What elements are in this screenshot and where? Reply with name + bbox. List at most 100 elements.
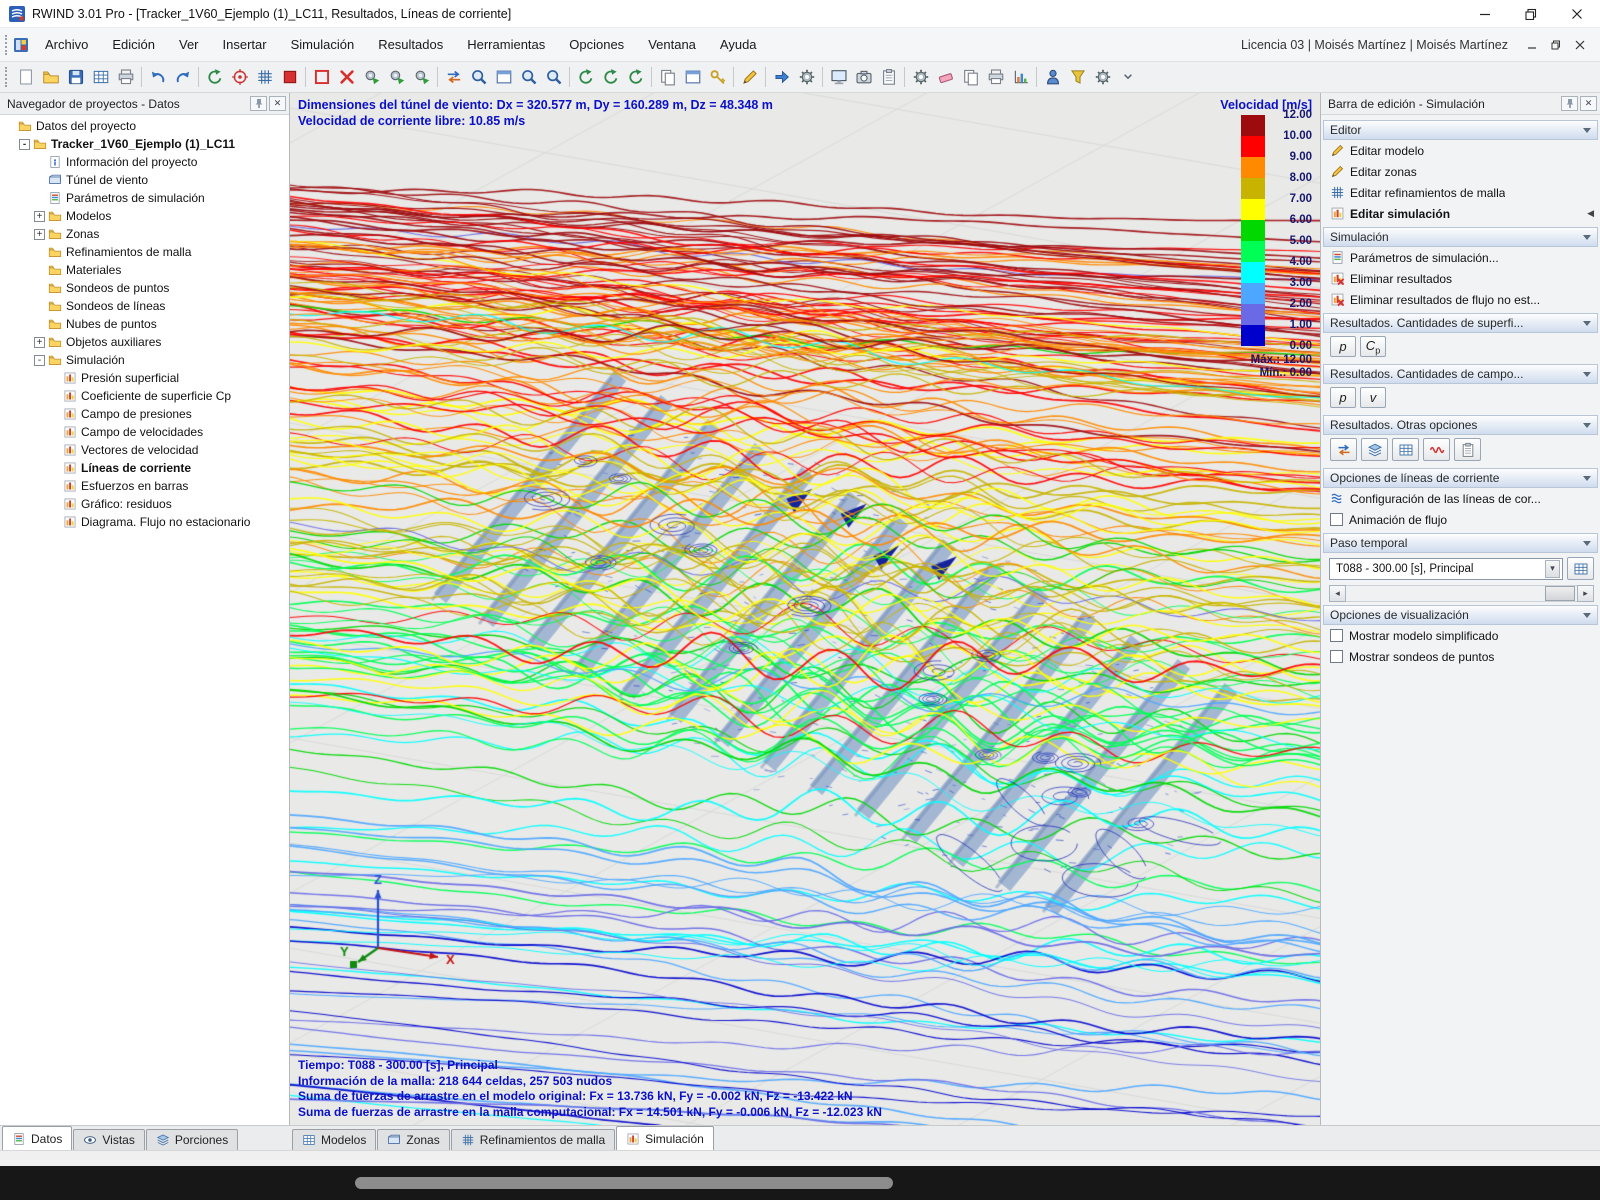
run-batch-button[interactable] bbox=[409, 65, 434, 90]
tree-item-grafico-residuos[interactable]: Gráfico: residuos bbox=[0, 495, 289, 513]
export-graphic-button[interactable] bbox=[876, 65, 901, 90]
surface-pressure-button[interactable]: p bbox=[1330, 336, 1356, 357]
copy-graphic-button[interactable] bbox=[655, 65, 680, 90]
restore-button[interactable] bbox=[1508, 0, 1554, 27]
redo-button[interactable] bbox=[170, 65, 195, 90]
tree-item-tracker-1v60-ejemplo-1-lc11[interactable]: - Tracker_1V60_Ejemplo (1)_LC11 bbox=[0, 135, 289, 153]
timestep-slider[interactable] bbox=[1346, 585, 1577, 602]
mdi-minimize-button[interactable] bbox=[1520, 35, 1544, 55]
copy-results-button[interactable] bbox=[1454, 438, 1481, 461]
tree-item-datos-del-proyecto[interactable]: Datos del proyecto bbox=[0, 117, 289, 135]
zoom-out-button[interactable] bbox=[541, 65, 566, 90]
panel-item-parametros-de-simulacion[interactable]: Parámetros de simulación... bbox=[1323, 247, 1598, 268]
zoom-in-button[interactable] bbox=[516, 65, 541, 90]
new-project-button[interactable] bbox=[13, 65, 38, 90]
section-header-simulacion[interactable]: Simulación bbox=[1323, 227, 1598, 247]
3d-scene-canvas[interactable] bbox=[290, 93, 1320, 1125]
open-project-button[interactable] bbox=[38, 65, 63, 90]
menu-resultados[interactable]: Resultados bbox=[366, 29, 455, 60]
center-model-button[interactable] bbox=[227, 65, 252, 90]
expand-icon[interactable]: + bbox=[34, 210, 45, 222]
expand-icon[interactable]: + bbox=[34, 336, 45, 348]
menu-ayuda[interactable]: Ayuda bbox=[708, 29, 769, 60]
field-velocity-button[interactable]: v bbox=[1360, 387, 1386, 408]
mdi-restore-button[interactable] bbox=[1544, 35, 1568, 55]
field-pressure-button[interactable]: p bbox=[1330, 387, 1356, 408]
timestep-select[interactable]: T088 - 300.00 [s], Principal ▾ bbox=[1329, 557, 1563, 580]
option-animacion-de-flujo[interactable]: Animación de flujo bbox=[1323, 509, 1598, 530]
collapse-icon[interactable]: - bbox=[19, 138, 30, 150]
timestep-next-button[interactable]: ▸ bbox=[1577, 585, 1594, 602]
section-header-opciones-de-lineas-de-corriente[interactable]: Opciones de líneas de corriente bbox=[1323, 468, 1598, 488]
section-header-resultados-cantidades-de-campo[interactable]: Resultados. Cantidades de campo... bbox=[1323, 364, 1598, 384]
project-tables-button[interactable] bbox=[88, 65, 113, 90]
undo-button[interactable] bbox=[145, 65, 170, 90]
zoom-window-button[interactable] bbox=[491, 65, 516, 90]
save-project-button[interactable] bbox=[63, 65, 88, 90]
result-diagrams-button[interactable] bbox=[1008, 65, 1033, 90]
tree-item-sondeos-de-lineas[interactable]: Sondeos de líneas bbox=[0, 297, 289, 315]
tree-item-sondeos-de-puntos[interactable]: Sondeos de puntos bbox=[0, 279, 289, 297]
surface-cp-button[interactable]: Cp bbox=[1360, 336, 1386, 357]
tree-item-coeficiente-de-superficie-cp[interactable]: Coeficiente de superficie Cp bbox=[0, 387, 289, 405]
license-settings-button[interactable] bbox=[705, 65, 730, 90]
checkbox-mostrar-modelo-simplificado[interactable] bbox=[1330, 629, 1343, 642]
tab-refinamientos-de-malla[interactable]: Refinamientos de malla bbox=[450, 1129, 616, 1150]
section-header-resultados-cantidades-de-superfi[interactable]: Resultados. Cantidades de superfi... bbox=[1323, 313, 1598, 333]
print-graphic-button[interactable] bbox=[983, 65, 1008, 90]
menu-edicion[interactable]: Edición bbox=[100, 29, 167, 60]
section-header-resultados-otras-opciones[interactable]: Resultados. Otras opciones bbox=[1323, 415, 1598, 435]
navigator-toggle-icon[interactable] bbox=[13, 37, 29, 53]
filter-results-button[interactable] bbox=[1065, 65, 1090, 90]
timestep-slider-thumb[interactable] bbox=[1545, 586, 1575, 601]
tree-item-tunel-de-viento[interactable]: Túnel de viento bbox=[0, 171, 289, 189]
collapse-icon[interactable]: - bbox=[34, 354, 45, 366]
mdi-close-icon[interactable] bbox=[1568, 35, 1592, 55]
expand-icon[interactable]: + bbox=[34, 228, 45, 240]
tab-vistas[interactable]: Vistas bbox=[73, 1129, 145, 1150]
run-simulation-button[interactable] bbox=[359, 65, 384, 90]
section-header-opciones-de-visualizacion[interactable]: Opciones de visualización bbox=[1323, 605, 1598, 625]
move-mode-button[interactable] bbox=[769, 65, 794, 90]
menu-herramientas[interactable]: Herramientas bbox=[455, 29, 557, 60]
tab-porciones[interactable]: Porciones bbox=[145, 1129, 239, 1150]
panel-item-configuracion-de-las-lineas-de-cor[interactable]: Configuración de las líneas de cor... bbox=[1323, 488, 1598, 509]
customize-toolbar-button[interactable] bbox=[1090, 65, 1115, 90]
regenerate-model-button[interactable] bbox=[202, 65, 227, 90]
section-header-paso-temporal[interactable]: Paso temporal bbox=[1323, 533, 1598, 553]
print-button[interactable] bbox=[113, 65, 138, 90]
display-settings-button[interactable] bbox=[794, 65, 819, 90]
app-icon[interactable] bbox=[8, 5, 26, 23]
tree-item-objetos-auxiliares[interactable]: + Objetos auxiliares bbox=[0, 333, 289, 351]
tree-item-vectores-de-velocidad[interactable]: Vectores de velocidad bbox=[0, 441, 289, 459]
delete-results-button[interactable] bbox=[334, 65, 359, 90]
edit-user-button[interactable] bbox=[1040, 65, 1065, 90]
mesh-settings-button[interactable] bbox=[252, 65, 277, 90]
menu-simulacion[interactable]: Simulación bbox=[279, 29, 367, 60]
option-mostrar-modelo-simplificado[interactable]: Mostrar modelo simplificado bbox=[1323, 625, 1598, 646]
orbit-view-button[interactable] bbox=[598, 65, 623, 90]
checkbox-animacion-de-flujo[interactable] bbox=[1330, 513, 1343, 526]
snapshot-button[interactable] bbox=[851, 65, 876, 90]
close-panel-icon[interactable]: ✕ bbox=[1580, 96, 1597, 111]
timestep-table-button[interactable] bbox=[1567, 557, 1594, 580]
tree-item-presion-superficial[interactable]: Presión superficial bbox=[0, 369, 289, 387]
duplicate-button[interactable] bbox=[958, 65, 983, 90]
annotate-button[interactable] bbox=[737, 65, 762, 90]
option-mostrar-sondeos-de-puntos[interactable]: Mostrar sondeos de puntos bbox=[1323, 646, 1598, 667]
pin-icon[interactable] bbox=[250, 96, 267, 111]
menu-ventana[interactable]: Ventana bbox=[636, 29, 708, 60]
configuration-button[interactable] bbox=[908, 65, 933, 90]
panel-item-eliminar-resultados[interactable]: Eliminar resultados bbox=[1323, 268, 1598, 289]
tree-item-nubes-de-puntos[interactable]: Nubes de puntos bbox=[0, 315, 289, 333]
tab-simulacion[interactable]: Simulación bbox=[616, 1126, 714, 1150]
tree-item-lineas-de-corriente[interactable]: Líneas de corriente bbox=[0, 459, 289, 477]
panel-item-editar-zonas[interactable]: Editar zonas bbox=[1323, 161, 1598, 182]
tree-item-simulacion[interactable]: - Simulación bbox=[0, 351, 289, 369]
section-planes-button[interactable] bbox=[1361, 438, 1388, 461]
zoom-extents-button[interactable] bbox=[466, 65, 491, 90]
minimize-button[interactable] bbox=[1462, 0, 1508, 27]
panel-item-editar-modelo[interactable]: Editar modelo bbox=[1323, 140, 1598, 161]
rotate-view-button[interactable] bbox=[573, 65, 598, 90]
swap-flow-direction-button[interactable] bbox=[441, 65, 466, 90]
